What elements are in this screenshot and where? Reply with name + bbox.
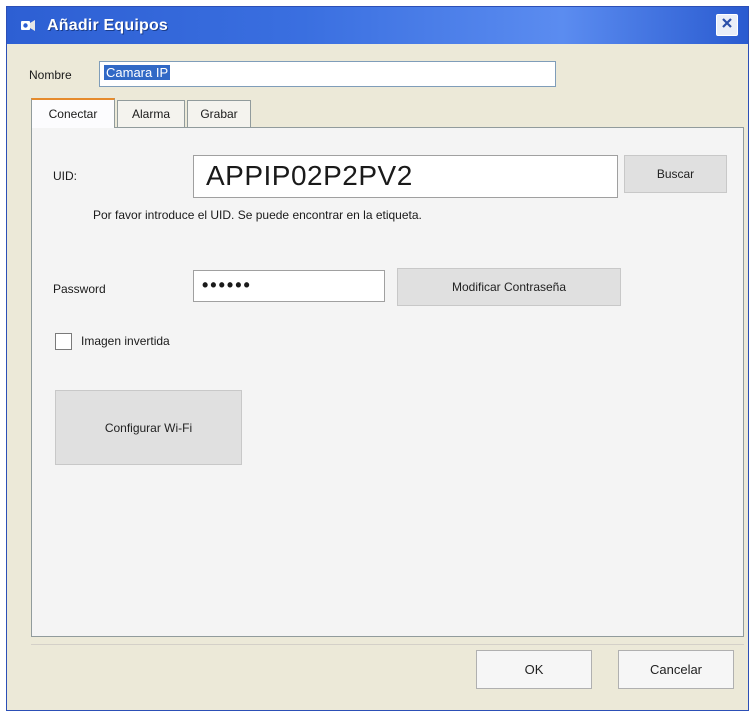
password-input[interactable]: •••••• [193,270,385,302]
invert-image-label[interactable]: Imagen invertida [81,334,170,348]
uid-label: UID: [53,169,77,183]
close-button[interactable] [716,14,738,36]
name-label: Nombre [29,68,72,82]
tab-panel-conectar [31,127,744,637]
ok-button[interactable]: OK [476,650,592,689]
uid-input[interactable]: APPIP02P2PV2 [193,155,618,198]
configure-wifi-button[interactable]: Configurar Wi-Fi [55,390,242,465]
app-icon [17,15,39,37]
uid-hint: Por favor introduce el UID. Se puede enc… [93,208,422,222]
tab-grabar[interactable]: Grabar [187,100,251,127]
title-bar[interactable]: Añadir Equipos [7,7,748,44]
footer-divider [31,644,744,645]
name-input[interactable]: Camara IP [99,61,556,87]
add-device-dialog: Añadir Equipos Nombre Camara IP Conectar… [6,6,749,711]
window-title: Añadir Equipos [47,16,169,34]
close-icon [721,16,733,34]
tab-alarma[interactable]: Alarma [117,100,185,127]
change-password-button[interactable]: Modificar Contraseña [397,268,621,306]
invert-image-checkbox[interactable] [55,333,72,350]
tab-conectar[interactable]: Conectar [31,98,115,128]
password-label: Password [53,282,106,296]
search-button[interactable]: Buscar [624,155,727,193]
cancel-button[interactable]: Cancelar [618,650,734,689]
name-input-value: Camara IP [104,65,171,80]
